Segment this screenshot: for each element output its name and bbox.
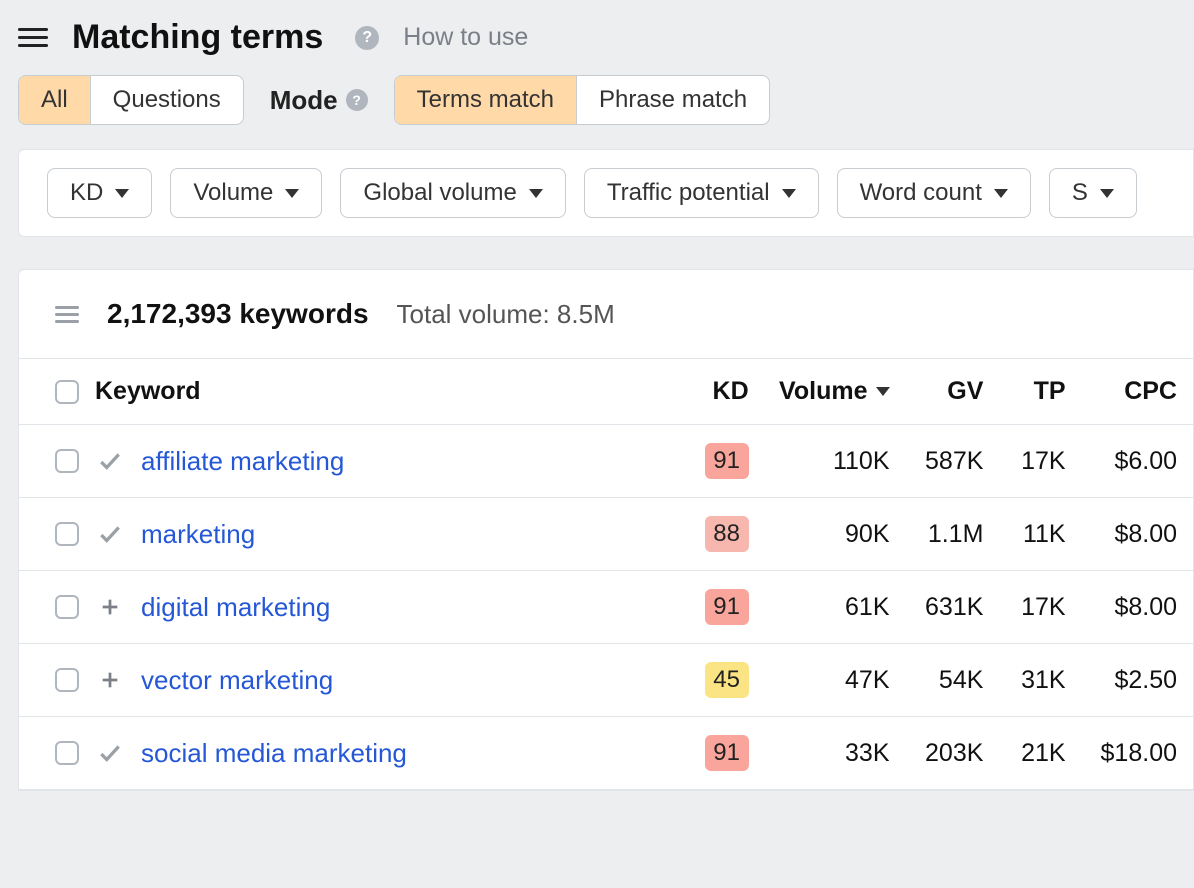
keyword-link[interactable]: vector marketing [141,665,333,696]
kd-badge: 91 [705,589,749,625]
keyword-link[interactable]: digital marketing [141,592,330,623]
cell-volume: 110K [759,425,900,498]
chevron-down-icon [529,189,543,198]
chevron-down-icon [115,189,129,198]
cell-volume: 33K [759,717,900,790]
row-checkbox[interactable] [55,741,79,765]
col-gv[interactable]: GV [900,359,994,425]
cell-tp: 17K [993,571,1075,644]
menu-icon[interactable] [18,28,48,47]
tab-all[interactable]: All [19,76,91,124]
filter-traffic-potential[interactable]: Traffic potential [584,168,819,218]
chevron-down-icon [782,189,796,198]
cell-tp: 21K [993,717,1075,790]
mode-tabs: Terms match Phrase match [394,75,770,125]
table-row: digital marketing 91 61K631K17K$8.00 [19,571,1193,644]
filter-global-volume[interactable]: Global volume [340,168,565,218]
plus-icon[interactable] [95,592,125,622]
cell-cpc: $8.00 [1076,498,1193,571]
table-row: vector marketing 45 47K54K31K$2.50 [19,644,1193,717]
total-volume: Total volume: 8.5M [397,299,615,330]
help-icon[interactable]: ? [355,26,379,50]
check-icon[interactable] [95,519,125,549]
cell-tp: 31K [993,644,1075,717]
cell-gv: 54K [900,644,994,717]
row-checkbox[interactable] [55,595,79,619]
type-tabs: All Questions [18,75,244,125]
cell-volume: 90K [759,498,900,571]
col-keyword[interactable]: Keyword [95,377,201,406]
cell-tp: 17K [993,425,1075,498]
kd-badge: 88 [705,516,749,552]
tab-phrase-match[interactable]: Phrase match [577,76,769,124]
cell-gv: 203K [900,717,994,790]
col-volume[interactable]: Volume [759,359,900,425]
filter-volume[interactable]: Volume [170,168,322,218]
table-header-row: Keyword KD Volume GV TP CPC [19,359,1193,425]
list-options-icon[interactable] [55,306,79,323]
tab-terms-match[interactable]: Terms match [395,76,577,124]
cell-gv: 631K [900,571,994,644]
tab-questions[interactable]: Questions [91,76,243,124]
kd-badge: 91 [705,735,749,771]
table-row: social media marketing 91 33K203K21K$18.00 [19,717,1193,790]
filter-row: KD Volume Global volume Traffic potential Wo… [47,168,1193,218]
mode-help-icon[interactable]: ? [346,89,368,111]
cell-gv: 587K [900,425,994,498]
cell-tp: 11K [993,498,1075,571]
col-kd[interactable]: KD [676,359,758,425]
keyword-link[interactable]: affiliate marketing [141,446,344,477]
select-all-checkbox[interactable] [55,380,79,404]
check-icon[interactable] [95,738,125,768]
kd-badge: 45 [705,662,749,698]
col-tp[interactable]: TP [993,359,1075,425]
plus-icon[interactable] [95,665,125,695]
mode-label: Mode ? [270,85,368,116]
keyword-count: 2,172,393 keywords [107,298,369,330]
filter-kd[interactable]: KD [47,168,152,218]
cell-gv: 1.1M [900,498,994,571]
cell-cpc: $6.00 [1076,425,1193,498]
chevron-down-icon [1100,189,1114,198]
chevron-down-icon [994,189,1008,198]
cell-volume: 61K [759,571,900,644]
table-row: affiliate marketing 91 110K587K17K$6.00 [19,425,1193,498]
check-icon[interactable] [95,446,125,476]
col-cpc[interactable]: CPC [1076,359,1193,425]
table-row: marketing 88 90K1.1M11K$8.00 [19,498,1193,571]
filter-word-count[interactable]: Word count [837,168,1031,218]
keyword-link[interactable]: social media marketing [141,738,407,769]
row-checkbox[interactable] [55,668,79,692]
row-checkbox[interactable] [55,522,79,546]
filter-s[interactable]: S [1049,168,1137,218]
keywords-table: Keyword KD Volume GV TP CPC affiliate ma… [19,358,1193,790]
sort-desc-icon [876,387,890,396]
keyword-link[interactable]: marketing [141,519,255,550]
kd-badge: 91 [705,443,749,479]
cell-cpc: $8.00 [1076,571,1193,644]
cell-cpc: $18.00 [1076,717,1193,790]
cell-cpc: $2.50 [1076,644,1193,717]
cell-volume: 47K [759,644,900,717]
row-checkbox[interactable] [55,449,79,473]
chevron-down-icon [285,189,299,198]
page-title: Matching terms [72,18,323,57]
how-to-use-link[interactable]: How to use [403,23,528,52]
